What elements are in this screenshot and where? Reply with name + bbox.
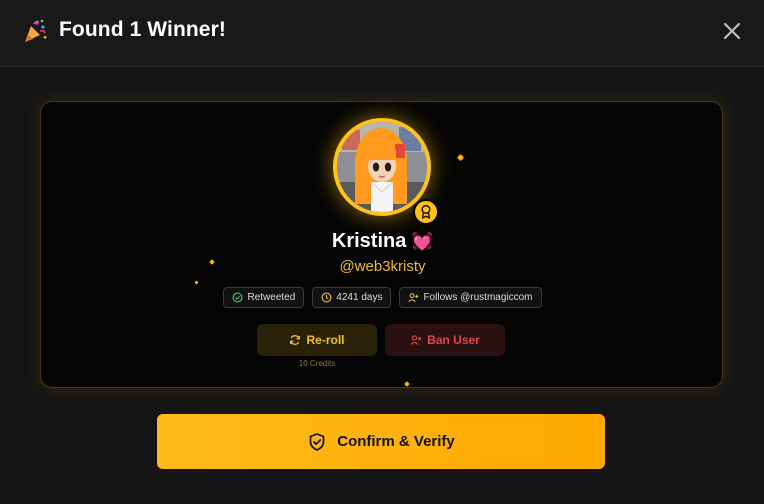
user-x-icon bbox=[410, 335, 422, 345]
winner-name-row: Kristina 💓 bbox=[41, 230, 722, 253]
clock-icon bbox=[321, 292, 332, 303]
reroll-credits: 10 Credits bbox=[298, 359, 336, 368]
winner-actions: Re-roll Ban User bbox=[257, 324, 507, 356]
shield-check-icon bbox=[309, 432, 325, 451]
award-icon bbox=[413, 199, 439, 225]
sparkle-decoration bbox=[404, 381, 410, 387]
chip-follows: Follows @rustmagiccom bbox=[399, 287, 542, 308]
winner-avatar-wrap bbox=[333, 118, 439, 225]
sparkle-decoration bbox=[456, 153, 465, 162]
chip-retweeted: Retweeted bbox=[223, 287, 305, 308]
modal-title: Found 1 Winner! bbox=[59, 18, 226, 41]
chip-label: Follows @rustmagiccom bbox=[423, 292, 533, 303]
avatar-image bbox=[337, 122, 427, 212]
chip-label: Retweeted bbox=[247, 292, 296, 303]
confirm-verify-label: Confirm & Verify bbox=[337, 433, 455, 450]
check-circle-icon bbox=[233, 292, 243, 303]
winner-name: Kristina bbox=[331, 230, 407, 252]
sparkle-decoration bbox=[194, 280, 199, 285]
winner-handle: @web3kristy bbox=[339, 258, 426, 275]
ban-user-button[interactable]: Ban User bbox=[385, 324, 505, 356]
confirm-verify-button[interactable]: Confirm & Verify bbox=[157, 414, 605, 469]
user-plus-icon bbox=[408, 293, 419, 302]
winner-modal: Found 1 Winner! Kristina 💓 @web3kristy R… bbox=[0, 0, 764, 504]
winner-chips: Retweeted 4241 days Follows @rustmagicco… bbox=[41, 287, 722, 308]
close-icon[interactable] bbox=[719, 18, 745, 44]
chip-label: 4241 days bbox=[336, 292, 383, 303]
party-popper-icon bbox=[25, 19, 47, 42]
chip-account-age: 4241 days bbox=[312, 287, 392, 308]
avatar bbox=[333, 118, 431, 216]
reroll-label: Re-roll bbox=[306, 333, 345, 347]
refresh-icon bbox=[290, 335, 301, 345]
reroll-button[interactable]: Re-roll bbox=[257, 324, 377, 356]
ban-user-label: Ban User bbox=[427, 333, 480, 347]
modal-header: Found 1 Winner! bbox=[0, 0, 764, 67]
heart-emoji: 💓 bbox=[411, 232, 434, 251]
winner-card: Kristina 💓 @web3kristy Retweeted 4241 da… bbox=[40, 101, 723, 388]
